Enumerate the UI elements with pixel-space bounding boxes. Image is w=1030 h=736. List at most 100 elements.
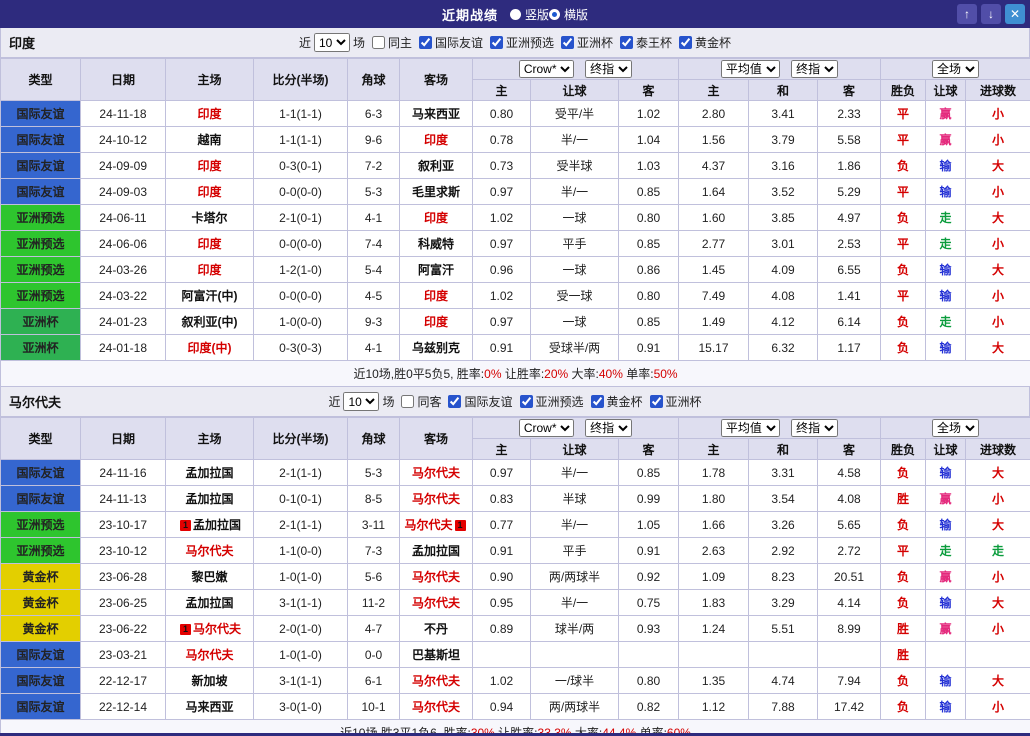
match-type-cell: 亚洲预选 xyxy=(1,231,81,257)
away-team-cell: 孟加拉国 xyxy=(400,538,473,564)
page-title: 近期战绩 xyxy=(442,5,498,24)
avg-away-cell: 1.17 xyxy=(818,335,881,361)
filter-checkbox[interactable]: 国际友谊 xyxy=(448,393,512,410)
handicap-line-cell: 一球 xyxy=(531,257,619,283)
filter-checkbox[interactable]: 亚洲预选 xyxy=(520,393,584,410)
avg-away-cell: 1.41 xyxy=(818,283,881,309)
home-team-cell: 马尔代夫 xyxy=(166,642,254,668)
score-cell: 1-1(1-1) xyxy=(254,127,348,153)
col-winlose: 胜负 xyxy=(881,439,926,460)
away-team-cell: 毛里求斯 xyxy=(400,179,473,205)
odds-final-select[interactable]: 终指 xyxy=(585,60,632,78)
filter-checkbox[interactable]: 同主 xyxy=(372,34,412,51)
recent-count-select[interactable]: 10 xyxy=(314,33,350,52)
fulltime-select[interactable]: 全场 xyxy=(932,419,979,437)
filter-checkbox[interactable]: 同客 xyxy=(401,393,441,410)
match-type-cell: 国际友谊 xyxy=(1,486,81,512)
filter-checkbox[interactable]: 泰王杯 xyxy=(620,34,672,51)
result-goals-cell: 小 xyxy=(966,616,1030,642)
home-team-cell: 印度(中) xyxy=(166,335,254,361)
avg-draw-cell: 4.12 xyxy=(749,309,818,335)
close-button[interactable]: ✕ xyxy=(1005,4,1025,24)
euro-final-select[interactable]: 终指 xyxy=(791,419,838,437)
checkbox-icon[interactable] xyxy=(448,395,461,408)
handicap-away-odds-cell: 0.80 xyxy=(619,668,679,694)
checkbox-icon[interactable] xyxy=(520,395,533,408)
filter-checkbox[interactable]: 亚洲杯 xyxy=(561,34,613,51)
handicap-away-odds-cell xyxy=(619,642,679,668)
avg-draw-cell: 3.31 xyxy=(749,460,818,486)
checkbox-icon[interactable] xyxy=(490,36,503,49)
results-table: 类型 日期 主场 比分(半场) 角球 客场 Crow* 终指 平均值 终指 全场 xyxy=(0,58,1030,387)
avg-away-cell: 4.14 xyxy=(818,590,881,616)
avg-away-cell: 2.33 xyxy=(818,101,881,127)
avg-home-cell: 1.78 xyxy=(679,460,749,486)
result-goals-cell: 小 xyxy=(966,486,1030,512)
match-row: 国际友谊22-12-17新加坡3-1(1-1)6-1马尔代夫1.02一/球半0.… xyxy=(1,668,1030,694)
filter-checkbox[interactable]: 亚洲杯 xyxy=(650,393,702,410)
result-winlose-cell: 负 xyxy=(881,564,926,590)
col-handicap: 让球 xyxy=(531,439,619,460)
result-winlose-cell: 平 xyxy=(881,538,926,564)
match-type-cell: 国际友谊 xyxy=(1,460,81,486)
result-winlose-cell: 平 xyxy=(881,127,926,153)
avg-home-cell: 4.37 xyxy=(679,153,749,179)
match-type-cell: 国际友谊 xyxy=(1,668,81,694)
layout-radio-horizontal[interactable]: 横版 xyxy=(549,6,588,23)
filter-checkbox[interactable]: 国际友谊 xyxy=(419,34,483,51)
checkbox-icon[interactable] xyxy=(372,36,385,49)
col-corner: 角球 xyxy=(348,418,400,460)
corner-cell: 5-4 xyxy=(348,257,400,283)
recent-count-select[interactable]: 10 xyxy=(343,392,379,411)
result-winlose-cell: 负 xyxy=(881,335,926,361)
avg-home-cell: 1.09 xyxy=(679,564,749,590)
score-cell: 1-0(0-0) xyxy=(254,309,348,335)
filter-label: 近 xyxy=(299,34,311,51)
filter-checkbox[interactable]: 黄金杯 xyxy=(591,393,643,410)
result-handicap-cell: 赢 xyxy=(926,101,966,127)
checkbox-icon[interactable] xyxy=(679,36,692,49)
match-row: 亚洲预选24-06-06印度0-0(0-0)7-4科威特0.97平手0.852.… xyxy=(1,231,1030,257)
away-team-cell: 阿富汗 xyxy=(400,257,473,283)
filter-checkbox[interactable]: 亚洲预选 xyxy=(490,34,554,51)
handicap-away-odds-cell: 1.04 xyxy=(619,127,679,153)
result-goals-cell: 小 xyxy=(966,127,1030,153)
average-select[interactable]: 平均值 xyxy=(721,60,780,78)
score-cell: 1-1(1-1) xyxy=(254,101,348,127)
corner-cell: 6-3 xyxy=(348,101,400,127)
euro-final-select[interactable]: 终指 xyxy=(791,60,838,78)
avg-away-cell: 7.94 xyxy=(818,668,881,694)
average-select[interactable]: 平均值 xyxy=(721,419,780,437)
checkbox-icon[interactable] xyxy=(401,395,414,408)
filter-bar: 近10场同客国际友谊亚洲预选黄金杯亚洲杯 xyxy=(328,392,701,411)
filter-checkbox[interactable]: 黄金杯 xyxy=(679,34,731,51)
result-winlose-cell: 胜 xyxy=(881,486,926,512)
scroll-down-button[interactable]: ↓ xyxy=(981,4,1001,24)
col-away-odds: 客 xyxy=(619,80,679,101)
scroll-up-button[interactable]: ↑ xyxy=(957,4,977,24)
home-team-cell: 阿富汗(中) xyxy=(166,283,254,309)
handicap-away-odds-cell: 0.86 xyxy=(619,257,679,283)
checkbox-icon[interactable] xyxy=(620,36,633,49)
handicap-line-cell: 一球 xyxy=(531,205,619,231)
layout-radio-vertical[interactable]: 竖版 xyxy=(510,6,549,23)
col-away-odds: 客 xyxy=(619,439,679,460)
checkbox-icon[interactable] xyxy=(650,395,663,408)
match-row: 亚洲预选23-10-171孟加拉国2-1(1-1)3-11马尔代夫10.77半/… xyxy=(1,512,1030,538)
checkbox-icon[interactable] xyxy=(591,395,604,408)
checkbox-icon[interactable] xyxy=(419,36,432,49)
match-date-cell: 24-06-11 xyxy=(81,205,166,231)
handicap-line-cell: 平手 xyxy=(531,538,619,564)
bookmaker-select[interactable]: Crow* xyxy=(519,60,574,78)
match-row: 黄金杯23-06-28黎巴嫩1-0(1-0)5-6马尔代夫0.90两/两球半0.… xyxy=(1,564,1030,590)
checkbox-icon[interactable] xyxy=(561,36,574,49)
match-date-cell: 24-03-22 xyxy=(81,283,166,309)
bookmaker-select[interactable]: Crow* xyxy=(519,419,574,437)
odds-final-select[interactable]: 终指 xyxy=(585,419,632,437)
handicap-line-cell: 半/一 xyxy=(531,127,619,153)
corner-cell: 11-2 xyxy=(348,590,400,616)
avg-home-cell: 2.77 xyxy=(679,231,749,257)
fulltime-select[interactable]: 全场 xyxy=(932,60,979,78)
avg-away-cell: 8.99 xyxy=(818,616,881,642)
result-handicap-cell: 赢 xyxy=(926,616,966,642)
